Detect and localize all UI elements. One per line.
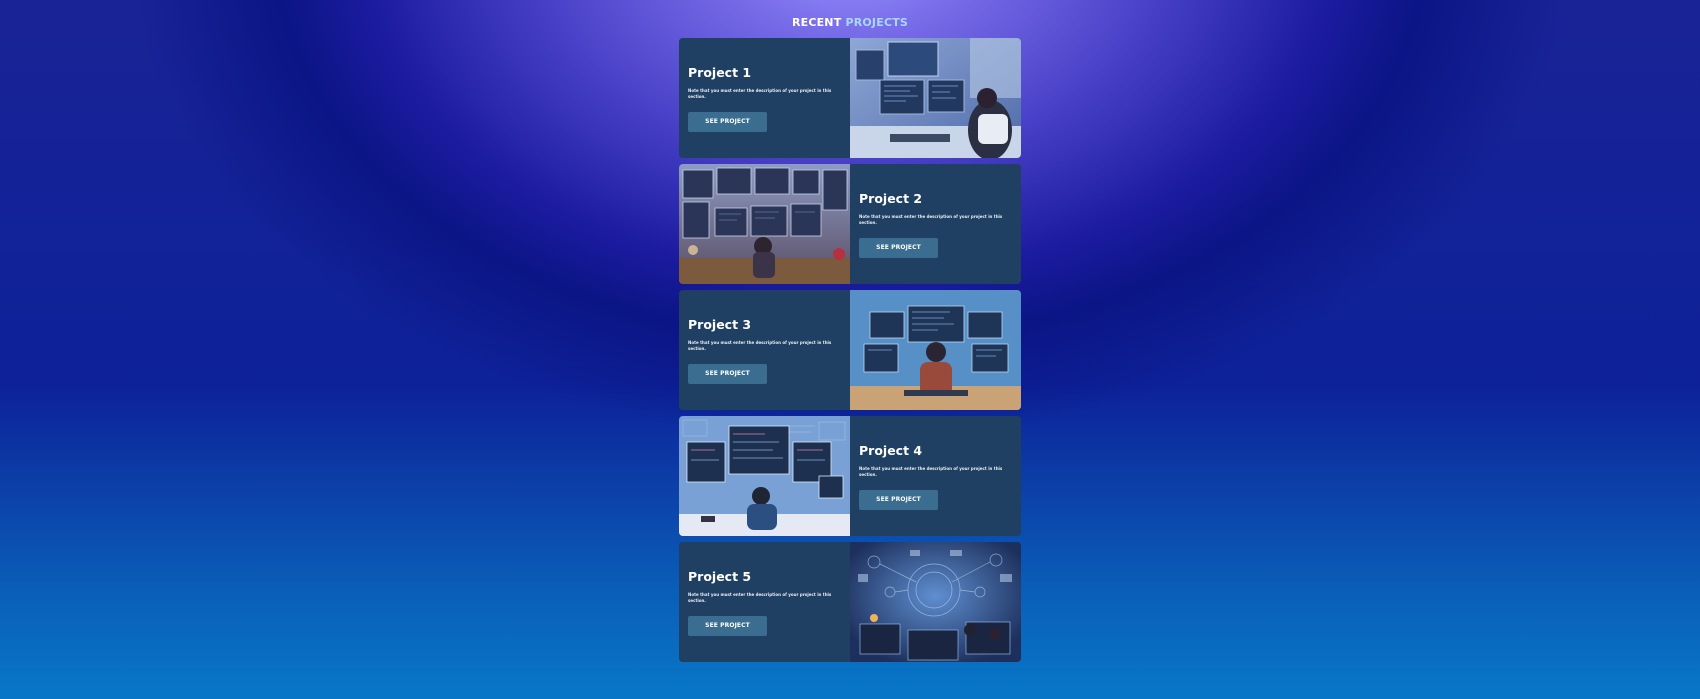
project-title: Project 1 xyxy=(688,64,752,80)
project-description: Note that you must enter the description… xyxy=(688,339,832,351)
project-description: Note that you must enter the description… xyxy=(859,213,1003,225)
tech-network-illustration xyxy=(850,542,1021,662)
project-list: Project 1 Note that you must enter the d… xyxy=(679,38,1021,668)
project-card-5: Project 5 Note that you must enter the d… xyxy=(679,542,1021,662)
heading-word-projects: PROJECTS xyxy=(845,16,909,29)
project-card-2: Project 2 Note that you must enter the d… xyxy=(679,164,1021,284)
project-title: Project 2 xyxy=(859,190,923,206)
project-card-4: Project 4 Note that you must enter the d… xyxy=(679,416,1021,536)
project-description: Note that you must enter the description… xyxy=(688,591,832,603)
heading-word-recent: RECENT xyxy=(791,16,842,29)
project-description: Note that you must enter the description… xyxy=(859,465,1003,477)
see-project-button[interactable]: SEE PROJECT xyxy=(688,363,767,384)
project-info: Project 5 Note that you must enter the d… xyxy=(679,542,850,662)
see-project-button[interactable]: SEE PROJECT xyxy=(688,615,767,636)
programmer-illustration-image xyxy=(850,290,1021,410)
project-title: Project 5 xyxy=(688,568,752,584)
project-title: Project 3 xyxy=(688,316,752,332)
see-project-button[interactable]: SEE PROJECT xyxy=(859,489,938,510)
multi-monitor-workstation-illustration xyxy=(679,164,850,284)
multi-monitor-workstation-image xyxy=(679,164,850,284)
coding-setup-illustration-image xyxy=(679,416,850,536)
programmer-illustration xyxy=(850,290,1021,410)
section-heading: RECENT PROJECTS xyxy=(0,16,1700,29)
project-info: Project 1 Note that you must enter the d… xyxy=(679,38,850,158)
project-info: Project 4 Note that you must enter the d… xyxy=(850,416,1021,536)
project-info: Project 3 Note that you must enter the d… xyxy=(679,290,850,410)
project-info: Project 2 Note that you must enter the d… xyxy=(850,164,1021,284)
tech-network-image xyxy=(850,542,1021,662)
developer-at-desk-illustration xyxy=(850,38,1021,158)
see-project-button[interactable]: SEE PROJECT xyxy=(688,111,767,132)
project-description: Note that you must enter the description… xyxy=(688,87,832,99)
project-card-1: Project 1 Note that you must enter the d… xyxy=(679,38,1021,158)
developer-at-desk-image xyxy=(850,38,1021,158)
coding-setup-illustration xyxy=(679,416,850,536)
see-project-button[interactable]: SEE PROJECT xyxy=(859,237,938,258)
project-title: Project 4 xyxy=(859,442,923,458)
project-card-3: Project 3 Note that you must enter the d… xyxy=(679,290,1021,410)
